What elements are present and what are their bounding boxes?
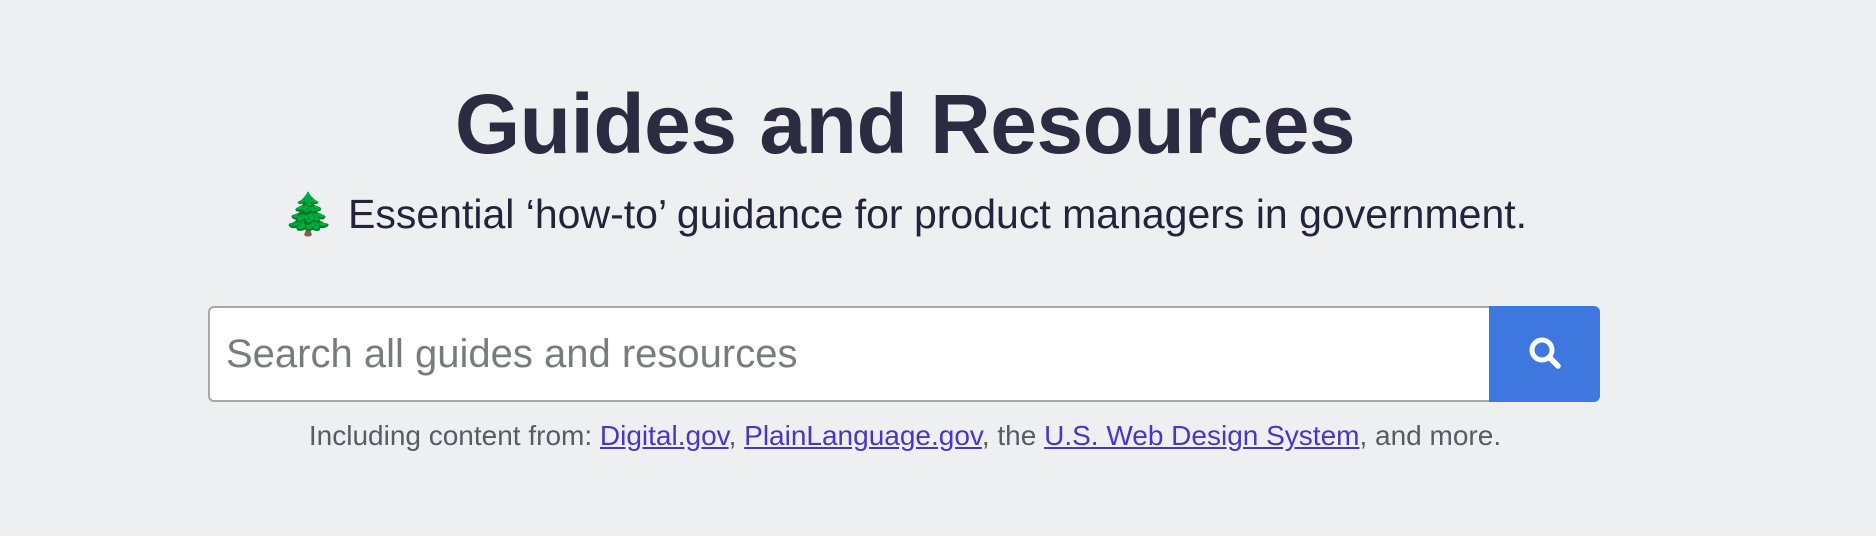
- search-icon: [1528, 336, 1562, 373]
- sources-separator: ,: [728, 420, 745, 451]
- plainlanguage-gov-link[interactable]: PlainLanguage.gov: [744, 420, 982, 451]
- sources-suffix: , and more.: [1359, 420, 1502, 451]
- evergreen-tree-icon: 🌲: [282, 191, 335, 237]
- digital-gov-link[interactable]: Digital.gov: [600, 420, 729, 451]
- page-title: Guides and Resources: [454, 77, 1356, 171]
- search-input[interactable]: [208, 306, 1490, 402]
- sources-note: Including content from: Digital.gov, Pla…: [0, 416, 1810, 456]
- uswds-link[interactable]: U.S. Web Design System: [1044, 420, 1359, 451]
- sources-separator: , the: [981, 420, 1045, 451]
- hero-section: Guides and Resources 🌲 Essential ‘how-to’…: [0, 0, 1876, 536]
- page-subtitle: 🌲 Essential ‘how-to’ guidance for product…: [0, 188, 1810, 240]
- sources-prefix: Including content from:: [308, 420, 600, 451]
- subtitle-text: Essential ‘how-to’ guidance for product …: [348, 191, 1528, 237]
- search-form: [208, 306, 1600, 402]
- search-button[interactable]: [1489, 306, 1600, 402]
